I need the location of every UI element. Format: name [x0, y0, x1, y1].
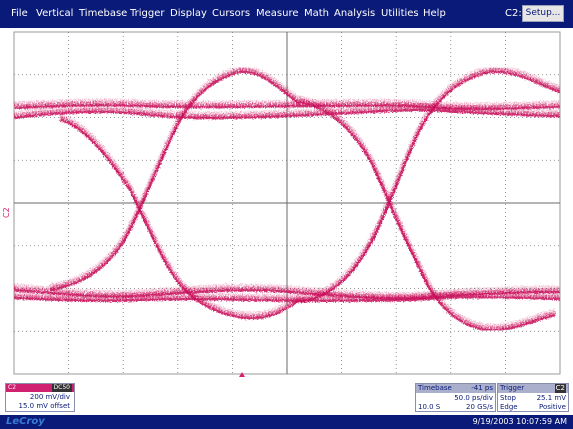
- channel-offset: 15.0 mV offset: [18, 402, 70, 410]
- trigger-title: Trigger: [500, 384, 525, 392]
- trigger-header: Trigger C2: [498, 384, 568, 393]
- menu-utilities[interactable]: Utilities: [381, 8, 419, 20]
- sample-count: 10.0 S: [418, 403, 441, 411]
- menu-math[interactable]: Math: [304, 8, 329, 20]
- menu-analysis[interactable]: Analysis: [334, 8, 375, 20]
- trigger-mode: Stop: [500, 394, 516, 402]
- menu-trigger[interactable]: Trigger: [130, 8, 165, 20]
- channel-descriptor[interactable]: C2 DC50 200 mV/div 15.0 mV offset: [5, 383, 75, 412]
- trigger-position-marker[interactable]: [239, 372, 245, 377]
- status-bar: LeCroy 9/19/2003 10:07:59 AM: [0, 415, 573, 429]
- timebase-title: Timebase: [418, 384, 452, 392]
- trigger-descriptor[interactable]: Trigger C2 Stop 25.1 mV Edge Positive: [497, 383, 569, 412]
- menu-timebase[interactable]: Timebase: [79, 8, 127, 20]
- trigger-channel: C2: [554, 384, 566, 393]
- time-per-div: 50.0 ps/div: [454, 394, 493, 402]
- waveform-display[interactable]: C2: [0, 28, 573, 380]
- trigger-level: 25.1 mV: [536, 394, 566, 402]
- channel-header: C2 DC50: [6, 384, 74, 392]
- menu-help[interactable]: Help: [423, 8, 446, 20]
- sample-rate: 20 GS/s: [465, 403, 493, 411]
- timebase-header: Timebase -41 ps: [416, 384, 495, 393]
- timebase-descriptor[interactable]: Timebase -41 ps 50.0 ps/div 10.0 S 20 GS…: [415, 383, 496, 412]
- volts-per-div: 200 mV/div: [29, 393, 70, 401]
- menu-bar: File Vertical Timebase Trigger Display C…: [0, 0, 573, 28]
- channel-name: C2: [8, 384, 17, 391]
- menu-file[interactable]: File: [11, 8, 28, 20]
- menu-vertical[interactable]: Vertical: [36, 8, 73, 20]
- menu-measure[interactable]: Measure: [256, 8, 299, 20]
- menu-display[interactable]: Display: [170, 8, 207, 20]
- setup-button[interactable]: Setup...: [522, 5, 564, 22]
- eye-diagram-plot: [13, 31, 561, 375]
- active-channel-label: C2:: [505, 8, 522, 19]
- trigger-slope: Positive: [539, 403, 566, 411]
- trigger-type: Edge: [500, 403, 518, 411]
- menu-cursors[interactable]: Cursors: [212, 8, 250, 20]
- brand-logo: LeCroy: [6, 416, 45, 427]
- status-timestamp: 9/19/2003 10:07:59 AM: [472, 417, 567, 426]
- timebase-delay: -41 ps: [471, 384, 493, 392]
- coupling-badge: DC50: [51, 384, 72, 392]
- channel-marker: C2: [2, 207, 11, 218]
